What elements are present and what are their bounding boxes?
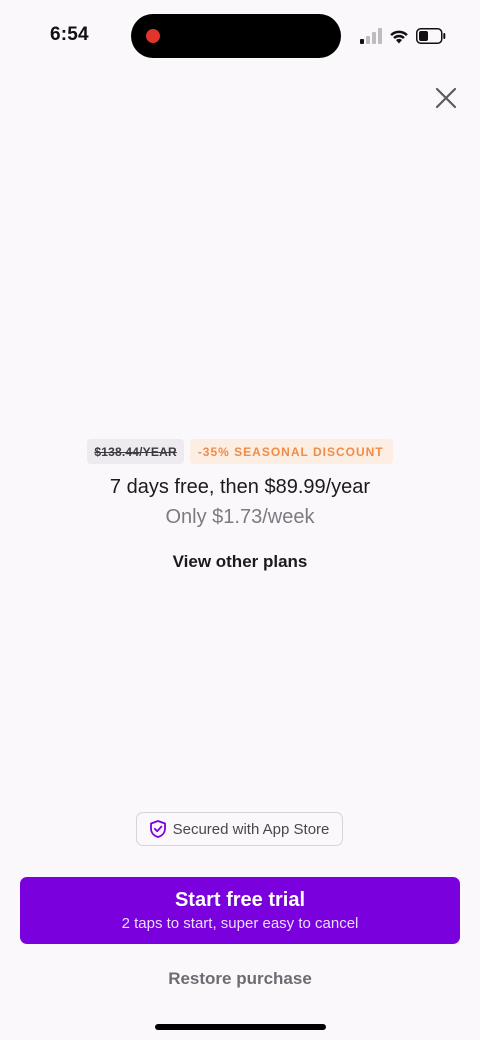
home-indicator[interactable] <box>155 1024 326 1030</box>
trial-price-text: 7 days free, then $89.99/year <box>109 476 371 498</box>
paywall-screen: 6:54 $138.44/YEAR -35% SEASONAL DISCOUNT… <box>0 0 480 1040</box>
price-badges: $138.44/YEAR -35% SEASONAL DISCOUNT <box>0 439 480 464</box>
cta-subtitle: 2 taps to start, super easy to cancel <box>121 914 359 932</box>
shield-check-icon <box>149 820 166 838</box>
secured-label: Secured with App Store <box>172 820 330 838</box>
original-price: $138.44/YEAR <box>87 439 184 464</box>
close-icon <box>435 87 457 109</box>
discount-badge: -35% SEASONAL DISCOUNT <box>189 439 393 464</box>
start-free-trial-button[interactable]: Start free trial 2 taps to start, super … <box>20 877 460 944</box>
close-button[interactable] <box>430 82 462 114</box>
view-other-plans-link[interactable]: View other plans <box>0 552 480 572</box>
signal-icon <box>360 28 382 44</box>
secured-badge: Secured with App Store <box>136 812 343 846</box>
restore-purchase-link[interactable]: Restore purchase <box>0 969 480 989</box>
recording-indicator-icon <box>146 29 160 43</box>
cta-title: Start free trial <box>174 888 306 911</box>
dynamic-island <box>131 14 341 58</box>
wifi-icon <box>390 30 408 44</box>
status-time: 6:54 <box>50 24 89 45</box>
status-icons <box>360 26 446 46</box>
weekly-price-text: Only $1.73/week <box>165 506 315 528</box>
battery-icon <box>416 28 446 44</box>
